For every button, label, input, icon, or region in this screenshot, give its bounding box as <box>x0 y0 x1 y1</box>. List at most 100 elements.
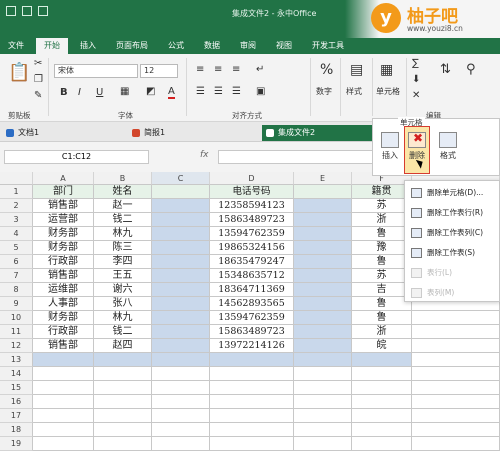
table-cell[interactable] <box>294 325 352 339</box>
table-cell[interactable] <box>210 395 294 409</box>
table-cell[interactable]: 林九 <box>94 311 152 325</box>
row-header[interactable]: 16 <box>0 395 33 409</box>
table-cell[interactable] <box>152 367 210 381</box>
menu-item[interactable]: 删除工作表(S) <box>407 243 499 263</box>
table-cell[interactable] <box>294 199 352 213</box>
style-icon[interactable]: ▤ <box>350 62 363 78</box>
align-middle-icon[interactable]: ≡ <box>214 64 222 75</box>
table-cell[interactable]: 13972214126 <box>210 339 294 353</box>
ribbon-tab[interactable]: 视图 <box>268 38 300 54</box>
sort-filter-icon[interactable]: ⇅ <box>440 62 451 77</box>
table-cell[interactable] <box>412 367 500 381</box>
autosum-icon[interactable]: ∑ <box>412 58 419 69</box>
table-cell[interactable]: 王五 <box>94 269 152 283</box>
paste-icon[interactable]: 📋 <box>8 62 30 83</box>
table-cell[interactable]: 鲁 <box>352 297 412 311</box>
table-cell[interactable] <box>294 213 352 227</box>
number-format-icon[interactable]: % <box>320 62 333 78</box>
table-cell[interactable]: 12358594123 <box>210 199 294 213</box>
menu-item[interactable]: 表列(M) <box>407 283 499 303</box>
table-cell[interactable]: 鲁 <box>352 255 412 269</box>
table-cell[interactable] <box>94 423 152 437</box>
style-button[interactable]: 样式 <box>346 86 362 97</box>
table-cell[interactable]: 运营部 <box>33 213 94 227</box>
table-cell[interactable] <box>352 409 412 423</box>
table-cell[interactable] <box>94 409 152 423</box>
table-cell[interactable] <box>294 339 352 353</box>
table-cell[interactable]: 钱二 <box>94 325 152 339</box>
table-cell[interactable] <box>294 395 352 409</box>
table-cell[interactable] <box>94 395 152 409</box>
table-cell[interactable]: 人事部 <box>33 297 94 311</box>
table-cell[interactable]: 浙 <box>352 213 412 227</box>
align-left-icon[interactable]: ☰ <box>196 86 205 97</box>
table-cell[interactable] <box>412 325 500 339</box>
table-cell[interactable]: 19865324156 <box>210 241 294 255</box>
doc-tab[interactable]: 文档1 <box>2 125 45 141</box>
table-cell[interactable] <box>294 185 352 199</box>
format-painter-icon[interactable]: ✎ <box>34 90 42 101</box>
column-header[interactable]: E <box>294 172 352 185</box>
ribbon-tab[interactable]: 文件 <box>0 38 32 54</box>
underline-button[interactable]: U <box>96 87 103 98</box>
clear-icon[interactable]: ✕ <box>412 90 420 101</box>
align-bottom-icon[interactable]: ≡ <box>232 64 240 75</box>
name-box[interactable]: C1:C12 <box>4 150 149 164</box>
row-header[interactable]: 2 <box>0 199 33 213</box>
ribbon-tab[interactable]: 审阅 <box>232 38 264 54</box>
table-cell[interactable] <box>412 395 500 409</box>
table-cell[interactable] <box>152 395 210 409</box>
format-button[interactable]: 格式 <box>436 132 460 161</box>
borders-icon[interactable]: ▦ <box>120 86 129 97</box>
table-cell[interactable]: 苏 <box>352 199 412 213</box>
table-cell[interactable] <box>294 353 352 367</box>
table-cell[interactable] <box>210 423 294 437</box>
row-header[interactable]: 19 <box>0 437 33 451</box>
table-cell[interactable] <box>412 409 500 423</box>
table-cell[interactable]: 皖 <box>352 339 412 353</box>
doc-tab[interactable]: 简报1 <box>128 125 171 141</box>
table-cell[interactable] <box>152 283 210 297</box>
row-header[interactable]: 9 <box>0 297 33 311</box>
cells-button[interactable]: 单元格 <box>376 86 400 97</box>
table-cell[interactable] <box>294 367 352 381</box>
table-cell[interactable] <box>294 423 352 437</box>
table-cell[interactable] <box>94 367 152 381</box>
table-cell[interactable]: 14562893565 <box>210 297 294 311</box>
table-cell[interactable] <box>352 381 412 395</box>
table-cell[interactable] <box>152 409 210 423</box>
row-header[interactable]: 8 <box>0 283 33 297</box>
table-cell[interactable]: 钱二 <box>94 213 152 227</box>
number-format-button[interactable]: 数字 <box>316 86 332 97</box>
table-cell[interactable] <box>152 241 210 255</box>
delete-button[interactable]: ✖ 删除 <box>405 131 429 161</box>
table-cell[interactable]: 豫 <box>352 241 412 255</box>
table-cell[interactable] <box>152 339 210 353</box>
table-cell[interactable] <box>33 423 94 437</box>
align-right-icon[interactable]: ☰ <box>232 86 241 97</box>
table-cell[interactable]: 鲁 <box>352 227 412 241</box>
table-cell[interactable] <box>412 381 500 395</box>
table-cell[interactable] <box>210 367 294 381</box>
table-cell[interactable] <box>152 311 210 325</box>
table-cell[interactable] <box>152 213 210 227</box>
cells-icon[interactable]: ▦ <box>380 62 393 78</box>
table-cell[interactable]: 陈三 <box>94 241 152 255</box>
table-cell[interactable] <box>412 353 500 367</box>
table-cell[interactable] <box>352 353 412 367</box>
table-cell[interactable] <box>294 283 352 297</box>
row-header[interactable]: 7 <box>0 269 33 283</box>
font-name-select[interactable]: 宋体 <box>54 64 138 78</box>
row-header[interactable]: 10 <box>0 311 33 325</box>
table-cell[interactable]: 13594762359 <box>210 227 294 241</box>
table-cell[interactable] <box>294 437 352 451</box>
table-cell[interactable] <box>352 423 412 437</box>
column-header[interactable]: B <box>94 172 152 185</box>
table-cell[interactable] <box>152 381 210 395</box>
table-cell[interactable]: 林九 <box>94 227 152 241</box>
table-cell[interactable]: 财务部 <box>33 241 94 255</box>
table-cell[interactable]: 财务部 <box>33 311 94 325</box>
ribbon-tab[interactable]: 公式 <box>160 38 192 54</box>
italic-button[interactable]: I <box>78 87 81 98</box>
table-cell[interactable]: 部门 <box>33 185 94 199</box>
